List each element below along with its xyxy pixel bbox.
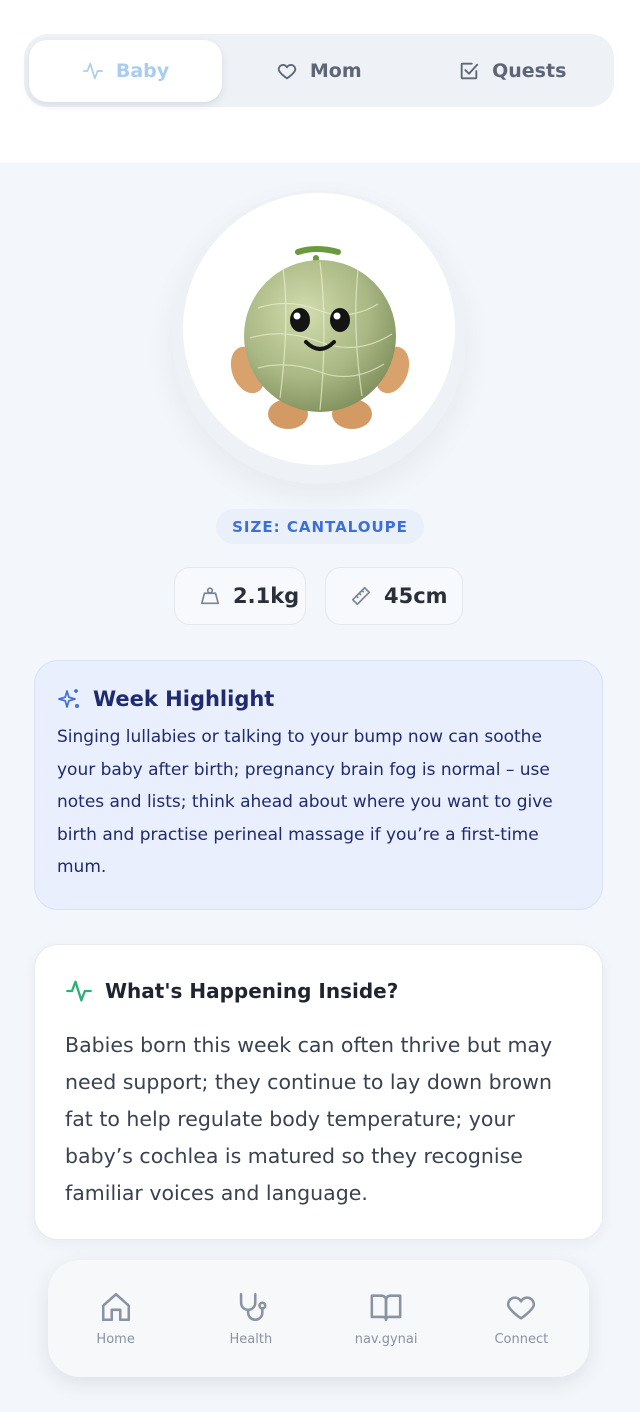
heart-icon — [277, 63, 297, 79]
stethoscope-icon — [239, 1292, 267, 1321]
week-highlight-title: Week Highlight — [93, 687, 275, 711]
checkbox-icon — [460, 62, 479, 79]
tab-mom[interactable]: Mom — [222, 40, 416, 102]
tab-baby-label: Baby — [115, 59, 170, 82]
week-highlight-body: Singing lullabies or talking to your bum… — [57, 727, 553, 877]
nav-home-label: Home — [96, 1332, 135, 1347]
activity-icon — [82, 62, 103, 79]
bottom-nav: Home Health nav.gynai Connect — [48, 1260, 589, 1377]
nav-connect[interactable]: Connect — [466, 1290, 576, 1347]
tab-switcher: Baby Mom Quests — [24, 34, 614, 107]
nav-gynai-label: nav.gynai — [354, 1332, 418, 1347]
happening-inside-body: Babies born this week can often thrive b… — [65, 1033, 553, 1205]
weight-icon — [200, 587, 220, 605]
tab-quests[interactable]: Quests — [416, 40, 610, 102]
size-badge: SIZE: CANTALOUPE — [216, 509, 424, 544]
ruler-icon — [351, 586, 371, 606]
length-stat: 45cm — [325, 567, 463, 625]
nav-home[interactable]: Home — [61, 1290, 171, 1347]
nav-connect-label: Connect — [494, 1332, 549, 1347]
cantaloupe-mascot — [230, 246, 410, 429]
tab-mom-label: Mom — [309, 59, 362, 82]
sparkles-icon — [58, 689, 80, 709]
home-icon — [101, 1292, 130, 1322]
happening-inside-title: What's Happening Inside? — [105, 979, 399, 1003]
length-value: 45cm — [384, 584, 448, 608]
week-highlight-card: Week Highlight Singing lullabies or talk… — [34, 660, 603, 910]
tab-baby[interactable]: Baby — [29, 39, 222, 102]
nav-health-label: Health — [229, 1332, 273, 1347]
weight-stat: 2.1kg — [174, 567, 306, 625]
nav-health[interactable]: Health — [196, 1290, 306, 1347]
nav-gynai[interactable]: nav.gynai — [331, 1290, 441, 1347]
weight-value: 2.1kg — [233, 584, 300, 608]
book-icon — [370, 1294, 402, 1322]
happening-inside-card: What's Happening Inside? Babies born thi… — [34, 944, 603, 1240]
top-header: Baby Mom Quests — [0, 0, 640, 163]
heart-icon — [507, 1296, 536, 1320]
pulse-icon — [66, 980, 92, 1002]
tab-quests-label: Quests — [492, 59, 567, 82]
